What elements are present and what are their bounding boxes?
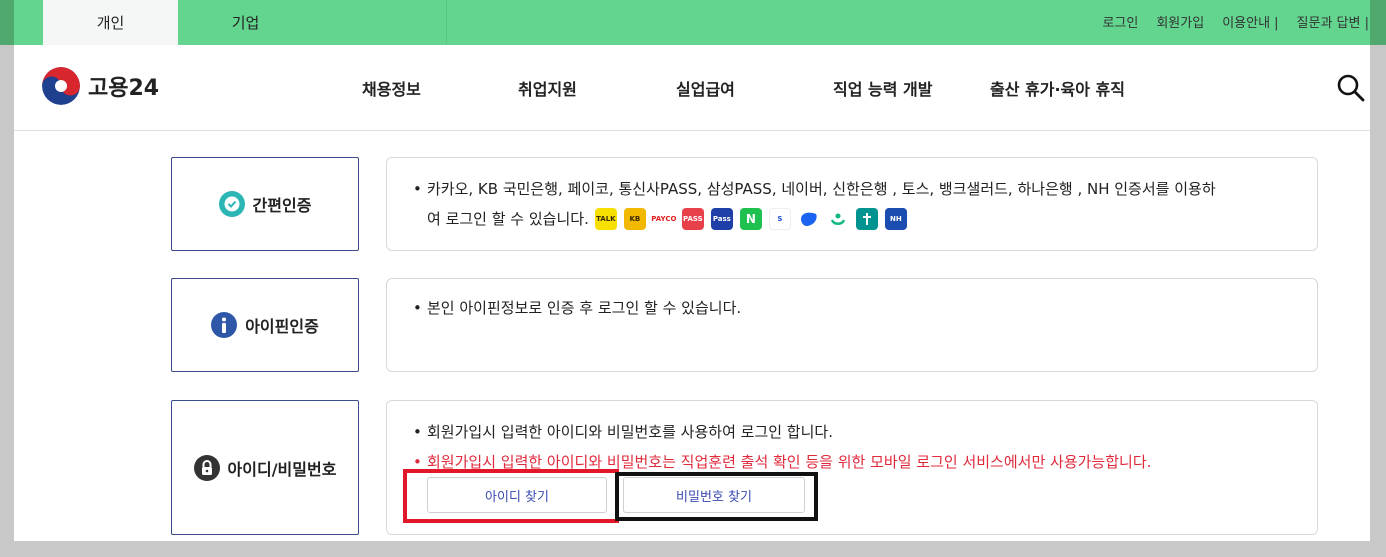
login-link[interactable]: 로그인 — [1093, 12, 1147, 31]
nav-item-jobs[interactable]: 채용정보 — [362, 76, 421, 100]
search-icon[interactable] — [1336, 73, 1366, 103]
naver-icon: N — [739, 208, 762, 230]
highlight-red-box — [403, 469, 619, 523]
toss-icon — [797, 208, 820, 230]
qna-link[interactable]: 질문과 답변 | — [1288, 12, 1378, 31]
simple-auth-text-1: 카카오, KB 국민은행, 페이코, 통신사PASS, 삼성PASS, 네이버,… — [413, 174, 1297, 204]
nav-item-unemployment-benefit[interactable]: 실업급여 — [676, 76, 735, 100]
ipin-auth-text: 본인 아이핀정보로 인증 후 로그인 할 수 있습니다. — [413, 293, 1297, 323]
id-password-label: 아이디/비밀번호 — [227, 459, 337, 479]
signup-link[interactable]: 회원가입 — [1147, 12, 1213, 31]
payco-icon: PAYCO — [651, 208, 676, 230]
nav-item-vocational-training[interactable]: 직업 능력 개발 — [833, 76, 932, 100]
info-icon — [211, 312, 238, 338]
id-password-button[interactable]: 아이디/비밀번호 — [171, 400, 359, 535]
ipin-auth-label: 아이핀인증 — [245, 317, 319, 336]
shinhan-icon: S — [768, 208, 791, 230]
nav-item-employment-support[interactable]: 취업지원 — [518, 76, 577, 100]
nav-item-maternity-leave[interactable]: 출산 휴가·육아 휴직 — [990, 76, 1125, 100]
ipin-auth-button[interactable]: 아이핀인증 — [171, 278, 359, 372]
guide-link[interactable]: 이용안내 | — [1213, 12, 1287, 31]
tab-business[interactable]: 기업 — [178, 0, 447, 45]
provider-icons: TALK KB PAYCO PASS Pass N S NH — [594, 208, 907, 230]
site-header: 고용24 채용정보 취업지원 실업급여 직업 능력 개발 출산 휴가·육아 휴직 — [14, 45, 1370, 131]
simple-auth-text-2: 여 로그인 할 수 있습니다. — [427, 210, 589, 228]
utility-links: 로그인 회원가입 이용안내 | 질문과 답변 | — [1093, 12, 1378, 31]
site-logo[interactable]: 고용24 — [42, 67, 159, 105]
nh-icon: NH — [884, 208, 907, 230]
samsung-pass-icon: Pass — [710, 208, 733, 230]
simple-auth-description: 카카오, KB 국민은행, 페이코, 통신사PASS, 삼성PASS, 네이버,… — [386, 157, 1318, 251]
simple-auth-label: 간편인증 — [252, 196, 312, 215]
simple-auth-button[interactable]: 간편인증 — [171, 157, 359, 251]
hana-bank-icon — [855, 208, 878, 230]
logo-text: 고용24 — [88, 76, 160, 101]
tab-personal[interactable]: 개인 — [43, 0, 178, 45]
pass-icon: PASS — [681, 208, 704, 230]
lock-icon — [193, 454, 220, 481]
kakao-icon: TALK — [594, 208, 617, 230]
highlight-black-box — [615, 472, 818, 521]
ipin-auth-description: 본인 아이핀정보로 인증 후 로그인 할 수 있습니다. — [386, 278, 1318, 372]
simple-auth-line-2: 여 로그인 할 수 있습니다. TALK KB PAYCO PASS Pass … — [413, 204, 1297, 234]
id-password-text: 회원가입시 입력한 아이디와 비밀번호를 사용하여 로그인 합니다. — [413, 417, 1297, 447]
banksalad-icon — [826, 208, 849, 230]
login-options: 간편인증 카카오, KB 국민은행, 페이코, 통신사PASS, 삼성PASS,… — [14, 131, 1370, 541]
check-shield-icon — [218, 191, 245, 217]
kb-bank-icon: KB — [623, 208, 646, 230]
taegeuk-logo-icon — [42, 67, 80, 105]
